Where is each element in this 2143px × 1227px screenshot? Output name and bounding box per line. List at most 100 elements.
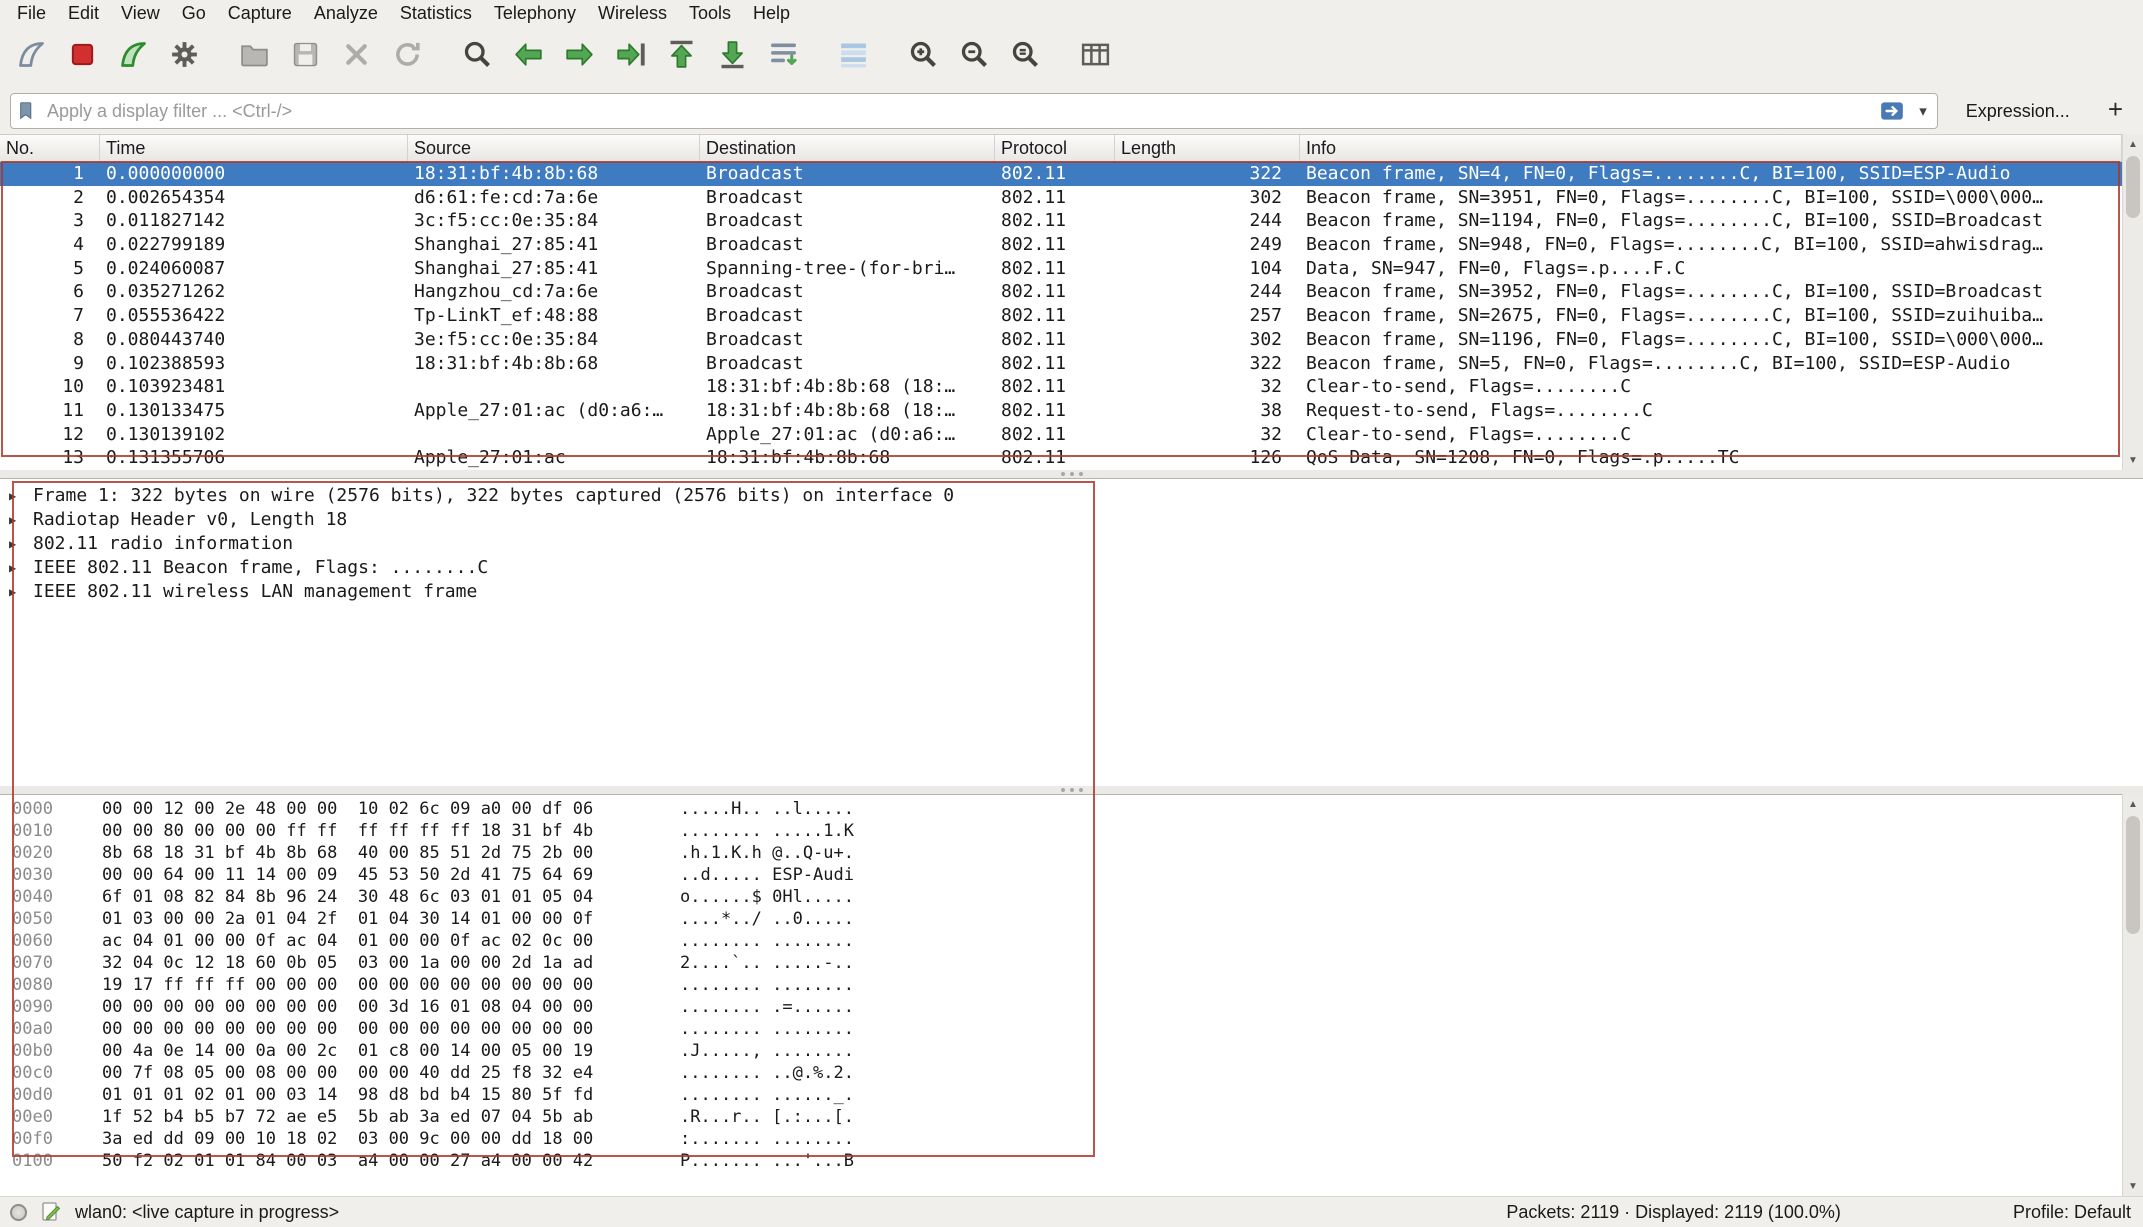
menu-item-go[interactable]: Go [171,1,217,26]
packet-row-3[interactable]: 30.0118271423c:f5:cc:0e:35:84Broadcast80… [0,209,2122,233]
go-last-button[interactable] [709,34,755,80]
go-back-button[interactable] [505,34,551,80]
scroll-up-arrow-icon[interactable]: ▲ [2123,134,2143,154]
packet-row-1[interactable]: 10.00000000018:31:bf:4b:8b:68Broadcast80… [0,162,2122,186]
hex-row-0000[interactable]: 000000 00 12 00 2e 48 00 00 10 02 6c 09 … [0,798,2122,820]
hex-row-0070[interactable]: 007032 04 0c 12 18 60 0b 05 03 00 1a 00 … [0,952,2122,974]
column-header-destination[interactable]: Destination [700,135,995,161]
hex-row-0040[interactable]: 00406f 01 08 82 84 8b 96 24 30 48 6c 03 … [0,886,2122,908]
start-capture-button[interactable] [8,34,54,80]
hex-row-00f0[interactable]: 00f03a ed dd 09 00 10 18 02 03 00 9c 00 … [0,1128,2122,1150]
packet-row-6[interactable]: 60.035271262Hangzhou_cd:7a:6eBroadcast80… [0,280,2122,304]
filter-dropdown-chevron[interactable]: ▾ [1915,102,1931,120]
expression-button[interactable]: Expression... [1958,97,2078,126]
detail-item-3[interactable]: ▶IEEE 802.11 Beacon frame, Flags: ......… [0,556,2143,580]
zoom-in-button[interactable] [900,34,946,80]
packet-row-2[interactable]: 20.002654354d6:61:fe:cd:7a:6eBroadcast80… [0,186,2122,210]
hex-row-0060[interactable]: 0060ac 04 01 00 00 0f ac 04 01 00 00 0f … [0,930,2122,952]
hex-row-00d0[interactable]: 00d001 01 01 02 01 00 03 14 98 d8 bd b4 … [0,1084,2122,1106]
packet-row-10[interactable]: 100.10392348118:31:bf:4b:8b:68 (18:…802.… [0,375,2122,399]
zoom-normal-button[interactable] [1002,34,1048,80]
expander-triangle-icon[interactable]: ▶ [9,484,23,508]
menu-item-file[interactable]: File [6,1,57,26]
menu-item-edit[interactable]: Edit [57,1,110,26]
column-header-time[interactable]: Time [100,135,408,161]
menu-item-telephony[interactable]: Telephony [483,1,587,26]
pane-splitter-top[interactable] [0,470,2143,478]
packet-row-13[interactable]: 130.131355706Apple_27:01:ac18:31:bf:4b:8… [0,446,2122,470]
menu-item-wireless[interactable]: Wireless [587,1,678,26]
expander-triangle-icon[interactable]: ▶ [9,532,23,556]
packet-row-5[interactable]: 50.024060087Shanghai_27:85:41Spanning-tr… [0,257,2122,281]
hex-row-0080[interactable]: 008019 17 ff ff ff 00 00 00 00 00 00 00 … [0,974,2122,996]
expander-triangle-icon[interactable]: ▶ [9,508,23,532]
column-header-info[interactable]: Info [1300,135,2122,161]
column-header-protocol[interactable]: Protocol [995,135,1115,161]
pane-splitter-bottom[interactable] [0,786,2143,794]
scroll-up-arrow-icon[interactable]: ▲ [2123,794,2143,814]
colorize-button[interactable] [830,34,876,80]
column-header-no[interactable]: No. [0,135,100,161]
hex-row-00c0[interactable]: 00c000 7f 08 05 00 08 00 00 00 00 40 dd … [0,1062,2122,1084]
menu-item-tools[interactable]: Tools [678,1,742,26]
go-to-packet-button[interactable] [607,34,653,80]
profile-text[interactable]: Profile: Default [2013,1202,2131,1223]
display-filter-input[interactable]: Apply a display filter ... <Ctrl-/> ▾ [10,93,1938,129]
go-forward-button[interactable] [556,34,602,80]
column-header-length[interactable]: Length [1115,135,1300,161]
packet-row-12[interactable]: 120.130139102Apple_27:01:ac (d0:a6:…802.… [0,423,2122,447]
scroll-down-arrow-icon[interactable]: ▼ [2123,1176,2143,1196]
detail-item-1[interactable]: ▶Radiotap Header v0, Length 18 [0,508,2143,532]
hex-scrollbar[interactable]: ▲ ▼ [2122,794,2143,1196]
close-file-button[interactable] [333,34,379,80]
capture-options-button[interactable] [161,34,207,80]
scroll-down-arrow-icon[interactable]: ▼ [2123,450,2143,470]
packet-list-scrollbar[interactable]: ▲ ▼ [2122,134,2143,470]
gear-icon [168,38,201,76]
menu-item-statistics[interactable]: Statistics [389,1,483,26]
find-packet-button[interactable] [454,34,500,80]
hex-row-0050[interactable]: 005001 03 00 00 2a 01 04 2f 01 04 30 14 … [0,908,2122,930]
reload-file-button[interactable] [384,34,430,80]
packet-row-9[interactable]: 90.10238859318:31:bf:4b:8b:68Broadcast80… [0,352,2122,376]
hex-row-0030[interactable]: 003000 00 64 00 11 14 00 09 45 53 50 2d … [0,864,2122,886]
scrollbar-thumb[interactable] [2126,816,2140,934]
hex-row-00a0[interactable]: 00a000 00 00 00 00 00 00 00 00 00 00 00 … [0,1018,2122,1040]
expander-triangle-icon[interactable]: ▶ [9,580,23,604]
expander-triangle-icon[interactable]: ▶ [9,556,23,580]
resize-columns-button[interactable] [1072,34,1118,80]
menu-item-view[interactable]: View [110,1,171,26]
hex-row-00b0[interactable]: 00b000 4a 0e 14 00 0a 00 2c 01 c8 00 14 … [0,1040,2122,1062]
auto-scroll-button[interactable] [760,34,806,80]
go-first-button[interactable] [658,34,704,80]
packet-row-11[interactable]: 110.130133475Apple_27:01:ac (d0:a6:…18:3… [0,399,2122,423]
column-header-source[interactable]: Source [408,135,700,161]
scrollbar-thumb[interactable] [2126,156,2140,218]
packet-row-4[interactable]: 40.022799189Shanghai_27:85:41Broadcast80… [0,233,2122,257]
zoom-normal-icon [1009,38,1042,76]
hex-row-0090[interactable]: 009000 00 00 00 00 00 00 00 00 3d 16 01 … [0,996,2122,1018]
hex-row-00e0[interactable]: 00e01f 52 b4 b5 b7 72 ae e5 5b ab 3a ed … [0,1106,2122,1128]
hex-row-0010[interactable]: 001000 00 80 00 00 00 ff ff ff ff ff ff … [0,820,2122,842]
bookmark-icon[interactable] [17,100,39,122]
menu-item-help[interactable]: Help [742,1,801,26]
apply-filter-button[interactable] [1877,98,1907,124]
open-file-button[interactable] [231,34,277,80]
hex-row-0100[interactable]: 010050 f2 02 01 01 84 00 03 a4 00 00 27 … [0,1150,2122,1172]
add-filter-button[interactable]: + [2098,94,2133,128]
expert-info-icon[interactable] [10,1204,27,1221]
detail-item-0[interactable]: ▶Frame 1: 322 bytes on wire (2576 bits),… [0,484,2143,508]
hex-row-0020[interactable]: 00208b 68 18 31 bf 4b 8b 68 40 00 85 51 … [0,842,2122,864]
menu-item-analyze[interactable]: Analyze [303,1,389,26]
menu-item-capture[interactable]: Capture [217,1,303,26]
packet-row-7[interactable]: 70.055536422Tp-LinkT_ef:48:88Broadcast80… [0,304,2122,328]
hex-ascii: 2....`.. .....-.. [680,953,854,973]
restart-capture-button[interactable] [110,34,156,80]
stop-capture-button[interactable] [59,34,105,80]
zoom-out-button[interactable] [951,34,997,80]
packet-row-8[interactable]: 80.0804437403e:f5:cc:0e:35:84Broadcast80… [0,328,2122,352]
detail-item-4[interactable]: ▶IEEE 802.11 wireless LAN management fra… [0,580,2143,604]
save-file-button[interactable] [282,34,328,80]
detail-item-2[interactable]: ▶802.11 radio information [0,532,2143,556]
capture-comment-icon[interactable] [39,1200,63,1224]
